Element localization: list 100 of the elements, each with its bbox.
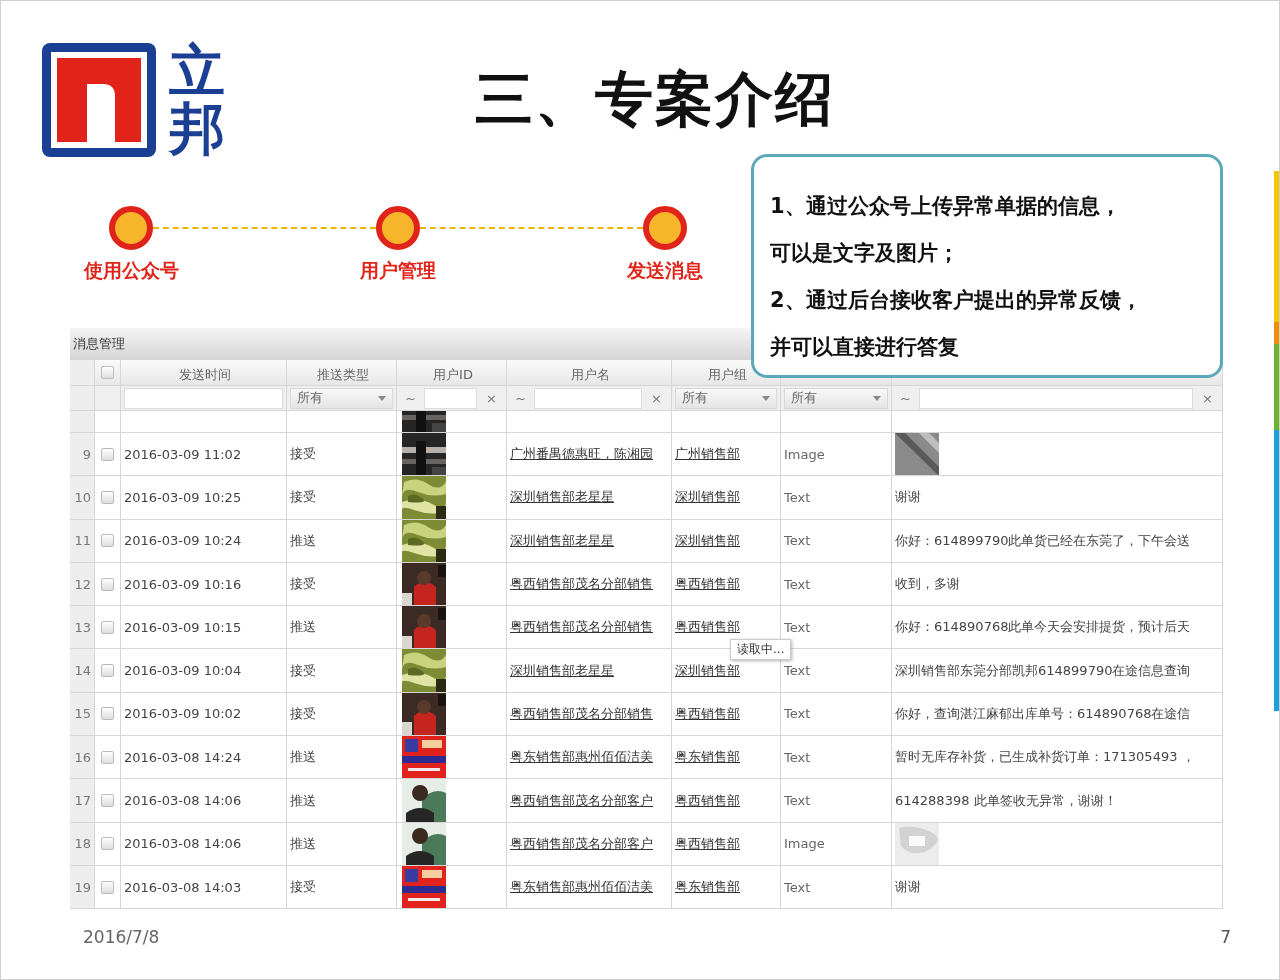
row-checkbox[interactable] — [101, 707, 114, 721]
user-group-link[interactable]: 粤西销售部 — [675, 791, 740, 810]
send-time: 2016-03-08 14:24 — [124, 749, 242, 765]
row-number: 16 — [70, 736, 95, 780]
user-name-link[interactable]: 粤西销售部茂名分部客户 — [510, 834, 653, 853]
message-type: Text — [784, 533, 811, 549]
callout-text: 2、通过后台接收客户提出的异常反馈， — [770, 287, 1143, 314]
user-name-link[interactable]: 广州番禺德惠旺，陈湘园 — [510, 445, 653, 464]
push-type: 接受 — [290, 704, 316, 723]
send-time: 2016-03-09 10:15 — [124, 619, 242, 635]
operator-button[interactable]: ~ — [400, 390, 421, 406]
user-name-link[interactable]: 粤东销售部惠州佰佰洁美 — [510, 878, 653, 897]
filter-field[interactable] — [124, 387, 283, 409]
filter-dropdown[interactable]: 所有 — [290, 387, 393, 409]
message-text: 收到，多谢 — [895, 575, 960, 594]
page-number: 7 — [1220, 927, 1231, 948]
push-type: 推送 — [290, 531, 316, 550]
message-text: 614288398 此单签收无异常，谢谢！ — [895, 791, 1117, 810]
user-name-link[interactable]: 粤东销售部惠州佰佰洁美 — [510, 748, 653, 767]
row-number: 14 — [70, 649, 95, 693]
row-checkbox[interactable] — [101, 490, 114, 504]
push-type: 推送 — [290, 834, 316, 853]
user-name-link[interactable]: 粤西销售部茂名分部销售 — [510, 575, 653, 594]
user-group-link[interactable]: 广州销售部 — [675, 445, 740, 464]
row-checkbox[interactable] — [101, 620, 114, 634]
callout-text: 可以是文字及图片； — [770, 240, 960, 267]
loading-tooltip: 读取中... — [730, 639, 792, 660]
user-name-link[interactable]: 深圳销售部老星星 — [510, 488, 614, 507]
user-group-link[interactable]: 粤西销售部 — [675, 618, 740, 637]
column-header[interactable]: 发送时间 — [179, 365, 231, 384]
callout-text: 并可以直接进行答复 — [770, 334, 960, 361]
push-type: 推送 — [290, 748, 316, 767]
send-time: 2016-03-08 14:03 — [124, 879, 242, 895]
clear-button[interactable]: × — [1196, 390, 1219, 406]
step-marker — [376, 206, 420, 250]
message-type: Text — [784, 749, 811, 765]
row-number: 15 — [70, 692, 95, 737]
filter-field[interactable] — [918, 387, 1194, 409]
user-name-link[interactable]: 深圳销售部老星星 — [510, 661, 614, 680]
message-text: 暂时无库存补货，已生成补货订单：171305493 ， — [895, 748, 1195, 767]
clear-button[interactable]: × — [645, 390, 668, 406]
user-group-link[interactable]: 粤西销售部 — [675, 704, 740, 723]
user-group-link[interactable]: 粤西销售部 — [675, 834, 740, 853]
user-name-link[interactable]: 粤西销售部茂名分部销售 — [510, 618, 653, 637]
caret-icon — [762, 395, 770, 401]
operator-button[interactable]: ~ — [895, 390, 916, 406]
row-checkbox[interactable] — [101, 447, 114, 461]
row-checkbox[interactable] — [101, 837, 114, 851]
caret-icon — [378, 395, 386, 401]
column-header[interactable]: 用户名 — [571, 365, 610, 384]
user-group-link[interactable]: 深圳销售部 — [675, 661, 740, 680]
push-type: 接受 — [290, 575, 316, 594]
user-name-link[interactable]: 粤西销售部茂名分部客户 — [510, 791, 653, 810]
row-number: 12 — [70, 562, 95, 607]
row-checkbox[interactable] — [101, 664, 114, 678]
row-number: 9 — [70, 433, 95, 477]
send-time: 2016-03-08 14:06 — [124, 836, 242, 852]
send-time: 2016-03-09 10:16 — [124, 576, 242, 592]
row-number: 10 — [70, 476, 95, 520]
message-type: Image — [784, 446, 825, 462]
clear-button[interactable]: × — [480, 390, 503, 406]
send-time: 2016-03-09 10:02 — [124, 706, 242, 722]
user-name-link[interactable]: 深圳销售部老星星 — [510, 531, 614, 550]
user-group-link[interactable]: 深圳销售部 — [675, 488, 740, 507]
caret-icon — [873, 395, 881, 401]
row-number: 11 — [70, 519, 95, 563]
operator-button[interactable]: ~ — [510, 390, 531, 406]
filter-field[interactable] — [423, 387, 478, 409]
message-type: Text — [784, 663, 811, 679]
column-header[interactable]: 用户ID — [433, 365, 473, 384]
user-group-link[interactable]: 深圳销售部 — [675, 531, 740, 550]
user-group-link[interactable]: 粤西销售部 — [675, 575, 740, 594]
column-header[interactable]: 推送类型 — [317, 365, 369, 384]
select-all-checkbox[interactable] — [101, 366, 114, 379]
row-checkbox[interactable] — [101, 794, 114, 807]
send-time: 2016-03-09 10:04 — [124, 663, 242, 679]
row-checkbox[interactable] — [101, 577, 114, 591]
row-number: 17 — [70, 779, 95, 823]
filter-field[interactable] — [533, 387, 643, 409]
filter-dropdown[interactable]: 所有 — [675, 387, 777, 409]
slide-date: 2016/7/8 — [83, 927, 160, 948]
message-text: 你好：614890768此单今天会安排提货，预计后天 — [895, 618, 1191, 637]
send-time: 2016-03-09 10:25 — [124, 489, 242, 505]
message-type: Text — [784, 793, 811, 808]
filter-dropdown[interactable]: 所有 — [784, 387, 888, 409]
message-text: 谢谢 — [895, 878, 921, 897]
row-checkbox[interactable] — [101, 750, 114, 764]
row-number: 18 — [70, 822, 95, 866]
callout-text: 1、通过公众号上传异常单据的信息， — [770, 193, 1122, 220]
message-text: 谢谢 — [895, 488, 921, 507]
user-group-link[interactable]: 粤东销售部 — [675, 878, 740, 897]
user-group-link[interactable]: 粤东销售部 — [675, 748, 740, 767]
row-checkbox[interactable] — [101, 534, 114, 548]
row-checkbox[interactable] — [101, 880, 114, 894]
step-marker — [643, 206, 687, 250]
message-text: 你好，查询湛江麻郁出库单号：614890768在途信 — [895, 704, 1191, 723]
column-header[interactable]: 用户组 — [708, 365, 747, 384]
message-type: Text — [784, 879, 811, 895]
user-name-link[interactable]: 粤西销售部茂名分部销售 — [510, 704, 653, 723]
message-text: 你好：614899790此单货已经在东莞了，下午会送 — [895, 531, 1191, 550]
